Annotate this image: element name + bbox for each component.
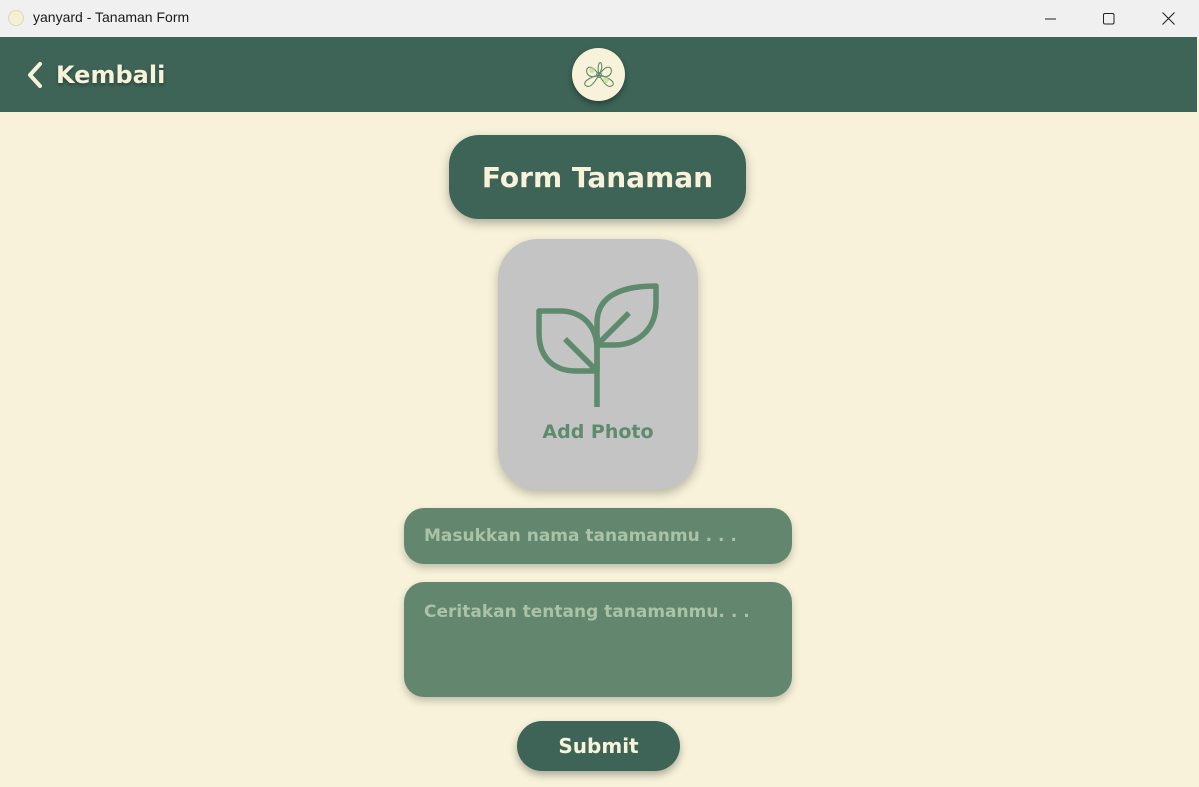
- plant-name-input[interactable]: [404, 508, 792, 564]
- form-title: Form Tanaman: [449, 135, 746, 219]
- close-button[interactable]: [1139, 0, 1197, 37]
- back-button[interactable]: Kembali: [26, 59, 165, 91]
- plant-logo-icon: [583, 61, 614, 87]
- window-title: yanyard - Tanaman Form: [33, 9, 190, 25]
- submit-button[interactable]: Submit: [517, 721, 680, 771]
- app-logo: [572, 48, 625, 101]
- close-icon: [1161, 12, 1175, 25]
- maximize-icon: [1103, 12, 1115, 24]
- add-photo-button[interactable]: Add Photo: [498, 239, 698, 490]
- window-titlebar: yanyard - Tanaman Form: [0, 0, 1199, 37]
- add-photo-label: Add Photo: [542, 421, 654, 443]
- chevron-left-icon: [28, 62, 42, 88]
- back-label: Kembali: [56, 61, 166, 89]
- minimize-button[interactable]: [1022, 0, 1080, 37]
- app-header: Kembali: [0, 37, 1197, 112]
- plant-description-input[interactable]: [404, 582, 792, 697]
- sprout-icon: [536, 283, 659, 407]
- app-icon: [8, 10, 24, 26]
- maximize-button[interactable]: [1080, 0, 1138, 37]
- minimize-icon: [1045, 18, 1056, 19]
